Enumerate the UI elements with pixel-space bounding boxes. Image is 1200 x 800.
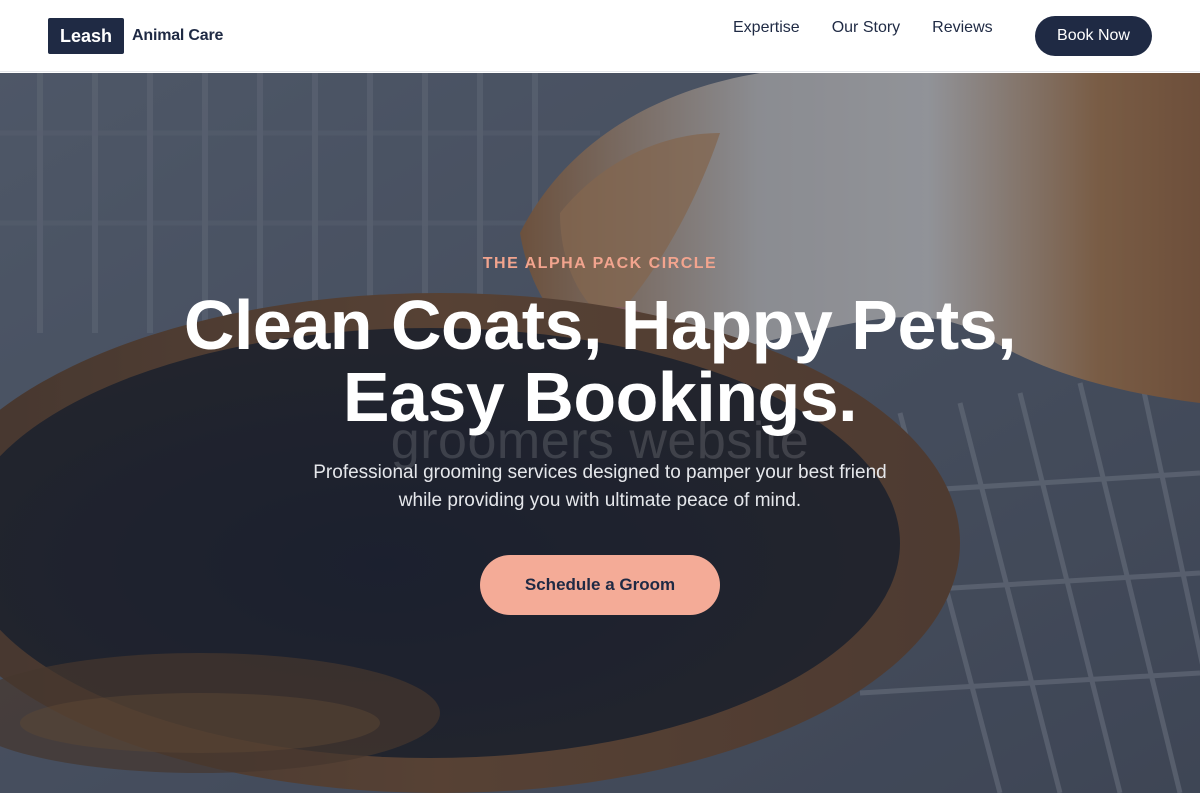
hero-subtitle: Professional grooming services designed …	[270, 459, 930, 515]
schedule-groom-button[interactable]: Schedule a Groom	[480, 555, 720, 615]
top-navigation: Leash Animal Care Expertise Our Story Re…	[0, 0, 1200, 72]
logo-text: Animal Care	[132, 27, 224, 44]
nav-link-our-story[interactable]: Our Story	[832, 19, 900, 37]
nav-link-expertise[interactable]: Expertise	[733, 19, 800, 37]
book-now-button[interactable]: Book Now	[1035, 16, 1152, 56]
hero-content: THE ALPHA PACK CIRCLE Clean Coats, Happy…	[0, 73, 1200, 793]
subtitle-line-1: Professional grooming services designed …	[313, 462, 887, 483]
hero-section: THE ALPHA PACK CIRCLE Clean Coats, Happy…	[0, 73, 1200, 793]
nav-link-reviews[interactable]: Reviews	[932, 19, 992, 37]
headline-line-1: Clean Coats, Happy Pets,	[183, 286, 1017, 364]
logo-badge: Leash	[48, 18, 125, 54]
brand-logo[interactable]: Leash Animal Care	[48, 18, 223, 54]
hero-eyebrow: THE ALPHA PACK CIRCLE	[482, 255, 718, 272]
nav-links: Expertise Our Story Reviews	[733, 0, 1025, 72]
subtitle-line-2: while providing you with ultimate peace …	[398, 490, 802, 511]
